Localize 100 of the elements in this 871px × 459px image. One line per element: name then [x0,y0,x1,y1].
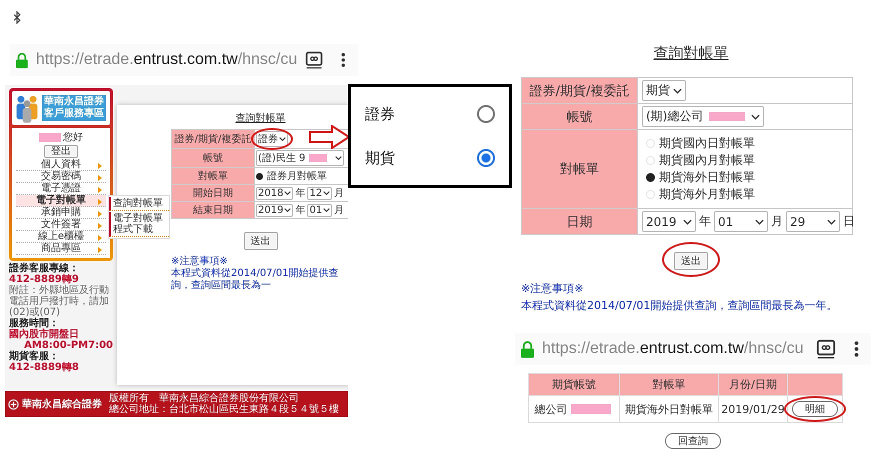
field-label: 證券/期貨/複委託 [522,78,637,103]
field-label: 帳號 [172,149,254,167]
phone-number: 412-8889轉8 [9,362,79,373]
notes-heading: ※注意事項※ [171,256,228,268]
picker-option[interactable]: 證券 [351,92,509,136]
unit-label: 年 [295,187,306,200]
chevron-icon [279,136,286,142]
account-dropdown[interactable]: (證)民生 9 [256,150,344,166]
logo-text: 華南永昌證券 客戶服務專區 [42,95,106,121]
address-bar[interactable]: https://etrade.entrust.com.tw/hnsc/cu [515,333,871,365]
radio-button[interactable] [646,173,655,182]
submit-button[interactable]: 送出 [674,252,708,270]
month-dropdown[interactable]: 01 [714,211,768,232]
menu-item[interactable]: 交易密碼 [16,171,106,183]
field-label: 日期 [522,209,637,234]
field-label: 證券/期貨/複委託 [172,130,254,148]
radio-label: 期貨國內日對帳單 [659,135,755,152]
redacted-block [39,132,61,142]
back-button[interactable]: 回查詢 [665,433,721,449]
lock-icon [521,340,534,358]
radio-button[interactable] [256,172,263,180]
dropdown[interactable]: 期貨 [642,80,686,101]
field-label: 帳號 [522,104,637,129]
field-label: 對帳單 [172,168,254,184]
unit-label: 年 [699,213,711,230]
logout-button[interactable]: 登出 [44,145,78,158]
year-dropdown[interactable]: 2019 [642,211,696,232]
radio-button[interactable] [477,149,495,167]
menu-item[interactable]: 電子對帳單 [16,195,106,207]
radio-button[interactable] [477,105,495,123]
url-text: https://etrade.entrust.com.tw/hnsc/cu [542,340,804,358]
radio-label: 期貨國內月對帳單 [659,152,755,169]
copyright-text: 版權所有 華南永昌綜合證券股份有限公司 [109,393,300,404]
chevron-icon [335,155,342,161]
redacted-block [709,112,746,121]
people-icon [14,93,40,123]
column-header: 月份/日期 [719,374,787,395]
unit-label: 月 [334,204,344,217]
year-dropdown[interactable]: 2018 [256,186,294,200]
chevron-icon [284,207,292,213]
radio-label: 期貨海外日對帳單 [659,169,755,186]
phone-number: 412-8889轉9 [9,274,79,285]
bluetooth-icon [13,11,21,24]
month-dropdown[interactable]: 01 [307,204,332,216]
picker-option[interactable]: 期貨 [351,136,509,180]
address-bar[interactable]: https://etrade.entrust.com.tw/hnsc/cu [10,44,358,76]
menu-item[interactable]: 個人資料 [16,159,106,171]
unit-label: 月 [334,187,344,200]
table-cell: 期貨海外日對帳單 [620,396,718,422]
contact-label: 證券客服專線： [9,263,79,274]
table-cell: 總公司 [529,396,619,422]
form-title: 查詢對帳單 [654,44,728,63]
chevron-icon [673,88,682,94]
service-days: 國內股市開盤日 [9,329,79,340]
footer-brand: 華南永昌綜合證券 [22,397,102,411]
radio-label: 期貨海外月對帳單 [659,186,755,203]
chevron-icon [755,218,764,224]
submit-button[interactable]: 送出 [244,232,278,250]
column-header: 對帳單 [620,374,718,395]
greeting-text: 您好 [63,131,83,144]
redacted-block [570,404,610,414]
day-dropdown[interactable]: 29 [786,211,840,232]
unit-label: 年 [295,204,306,217]
menu-item[interactable]: 線上e櫃檯 [16,231,106,243]
chevron-icon [827,218,836,224]
notes-text: 本程式資料從2014/07/01開始提供查詢，查詢區間最長為一 [171,268,340,292]
chevron-icon [683,218,692,224]
account-dropdown[interactable]: (期)總公司 [642,106,764,127]
column-header: 期貨帳號 [529,374,619,395]
logo-icon [8,398,19,410]
menu-icon[interactable] [341,51,346,69]
menu-item[interactable]: 文件簽署 [16,219,106,231]
year-dropdown[interactable]: 2019 [256,204,294,216]
table-cell: 2019/01/29 [719,396,787,422]
menu-icon[interactable] [854,340,859,358]
field-label: 結束日期 [172,202,254,218]
chevron-icon [323,207,330,213]
field-label: 對帳單 [522,130,637,208]
menu-item[interactable]: 承銷申購 [16,207,106,219]
chevron-icon [284,190,292,196]
menu-item[interactable]: 商品專區 [16,243,106,255]
url-text: https://etrade.entrust.com.tw/hnsc/cu [36,51,298,69]
month-dropdown[interactable]: 12 [307,186,332,200]
chevron-icon [751,114,760,120]
unit-label: 月 [771,213,783,230]
contact-label: 服務時間： [9,318,59,329]
radio-label: 證券月對帳單 [267,170,327,183]
form-title: 查詢對帳單 [236,112,286,125]
chevron-icon [323,190,330,196]
lock-icon [16,52,28,68]
tab-switcher-icon[interactable] [305,50,324,70]
dropdown[interactable]: 證券 [256,131,288,147]
redacted-block [309,154,328,162]
address-text: 總公司地址：台北市松山區民生東路４段５４號５樓 [109,404,339,415]
tab-switcher-icon[interactable] [816,339,836,359]
contact-label: 期貨客服： [9,351,59,362]
note-text: 附註：外縣地區及行動電話用戶撥打時，請加(02)或(07) [9,285,110,318]
notes-heading: ※注意事項※ [521,281,584,297]
unit-label: 日 [843,213,855,230]
details-button[interactable]: 明細 [792,401,838,417]
